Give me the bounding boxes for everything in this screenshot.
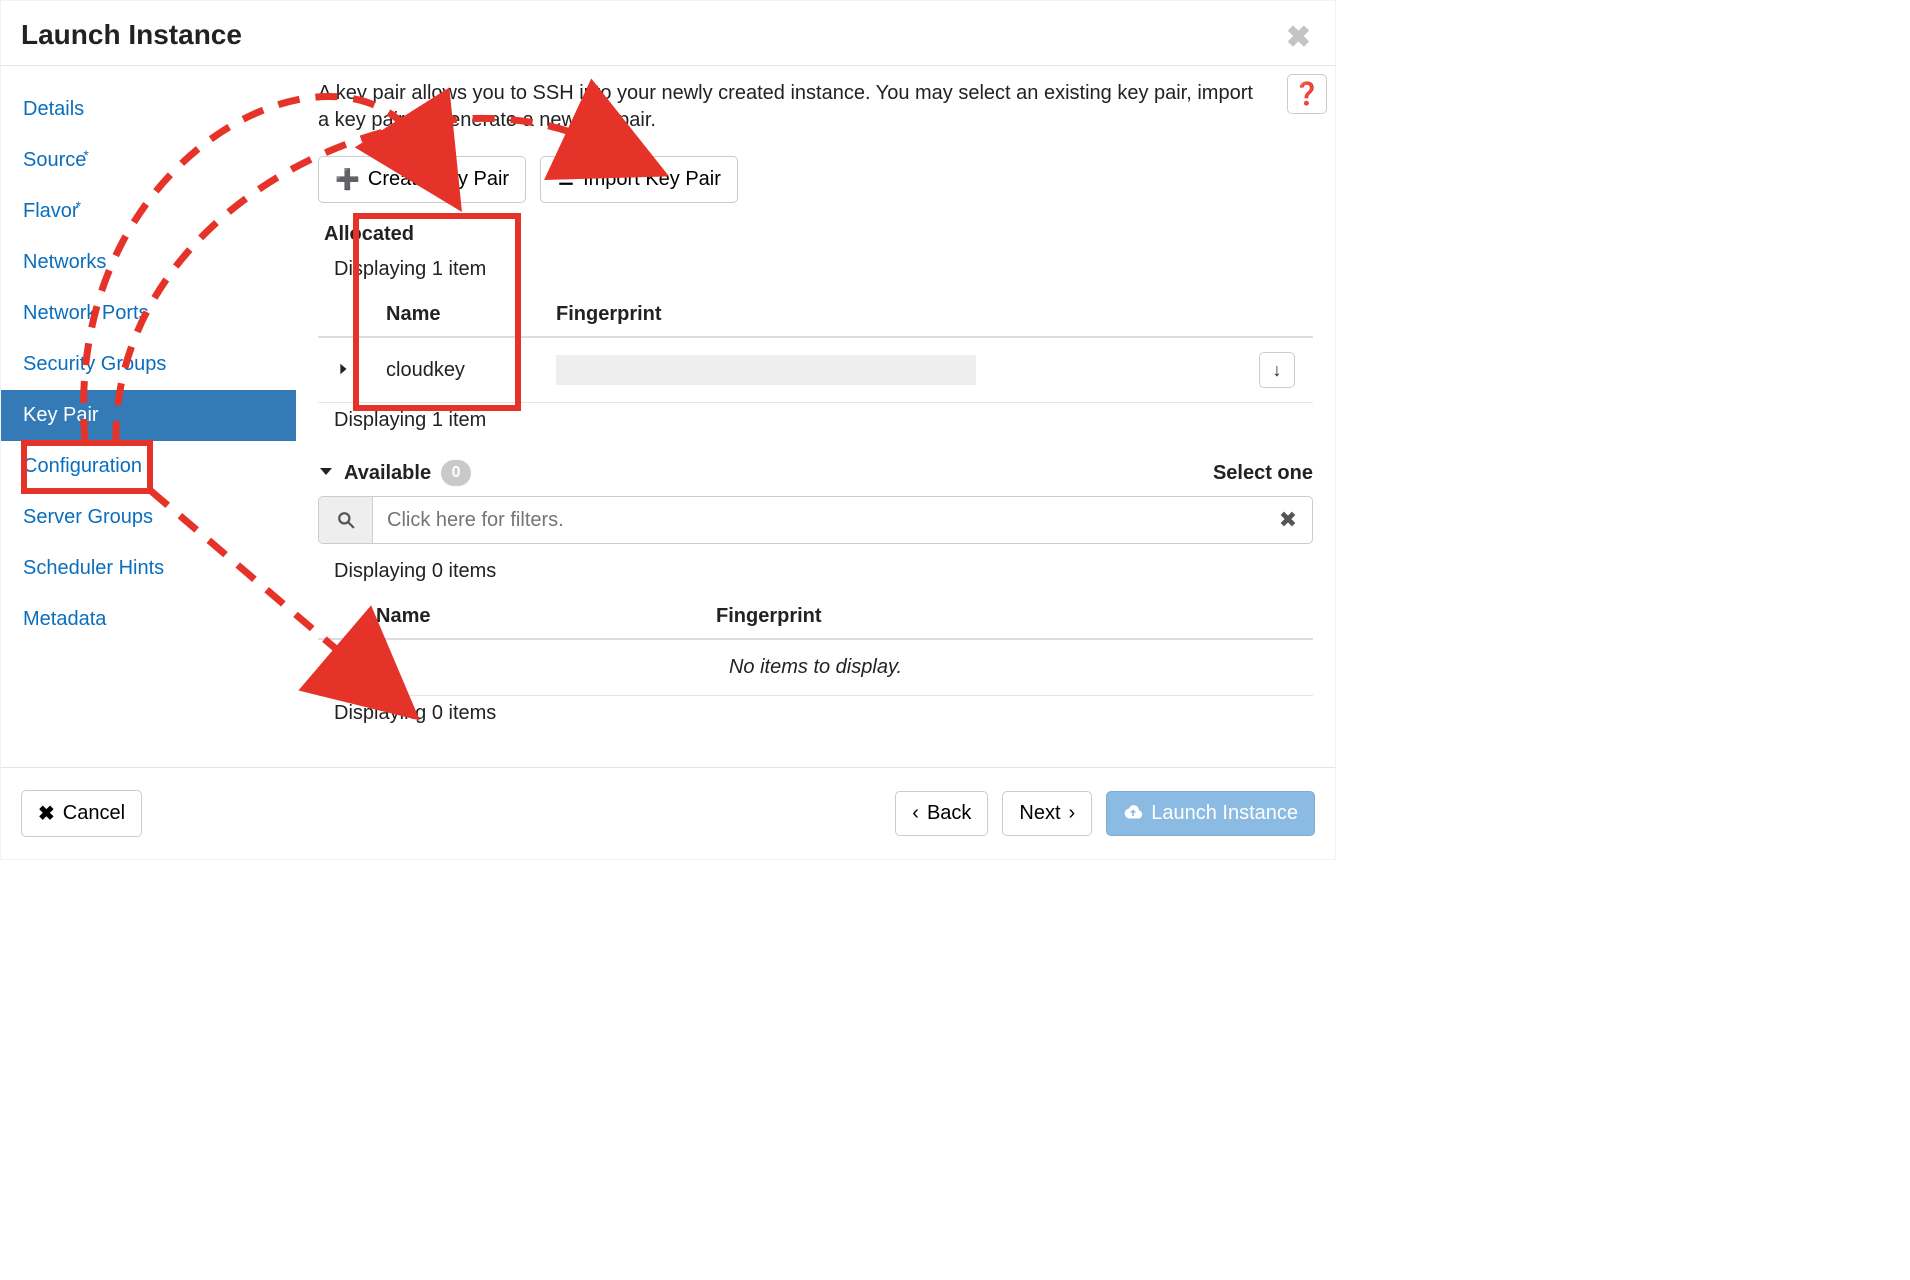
close-icon: ✖ xyxy=(38,801,55,826)
sidebar-item-label: Details xyxy=(23,98,84,120)
allocated-section: Allocated Displaying 1 item Name Fingerp… xyxy=(318,223,1313,432)
sidebar-item-label: Security Groups xyxy=(23,353,166,375)
available-count-top: Displaying 0 items xyxy=(334,560,1313,583)
available-label: Available xyxy=(344,462,431,485)
allocated-label: Allocated xyxy=(324,223,1313,246)
help-button[interactable]: ❓ xyxy=(1287,74,1327,114)
back-button[interactable]: ‹ Back xyxy=(895,791,988,836)
modal-footer: ✖ Cancel ‹ Back Next › Launch Instance xyxy=(1,767,1335,859)
sidebar-item-label: Source xyxy=(23,149,86,171)
move-down-button[interactable]: ↓ xyxy=(1259,352,1295,388)
available-empty: No items to display. xyxy=(318,640,1313,696)
available-count-bottom: Displaying 0 items xyxy=(334,702,1313,725)
button-label: Back xyxy=(927,802,971,825)
import-key-pair-button[interactable]: Import Key Pair xyxy=(540,156,738,203)
intro-text: A key pair allows you to SSH into your n… xyxy=(318,80,1263,134)
button-label: Create Key Pair xyxy=(368,168,509,191)
column-fingerprint: Fingerprint xyxy=(538,293,1241,337)
chevron-right-icon: › xyxy=(1069,802,1076,825)
sidebar-item-configuration[interactable]: Configuration xyxy=(1,441,296,492)
sidebar-item-scheduler-hints[interactable]: Scheduler Hints xyxy=(1,543,296,594)
chevron-down-icon[interactable] xyxy=(318,462,334,485)
button-label: Cancel xyxy=(63,802,125,825)
upload-icon xyxy=(557,168,575,192)
key-pair-actions: ➕ Create Key Pair Import Key Pair xyxy=(318,156,1313,203)
wizard-sidebar: Details Source* Flavor* Networks Network… xyxy=(1,66,296,767)
create-key-pair-button[interactable]: ➕ Create Key Pair xyxy=(318,156,526,203)
sidebar-item-details[interactable]: Details xyxy=(1,84,296,135)
sidebar-item-label: Configuration xyxy=(23,455,142,477)
sidebar-item-label: Networks xyxy=(23,251,106,273)
required-indicator-icon: * xyxy=(76,198,81,214)
main-panel: ❓ A key pair allows you to SSH into your… xyxy=(296,66,1335,767)
available-table: Name Fingerprint xyxy=(318,595,1313,640)
required-indicator-icon: * xyxy=(83,147,88,163)
filter-input[interactable] xyxy=(373,497,1264,543)
search-icon xyxy=(319,497,373,543)
help-icon: ❓ xyxy=(1293,81,1320,107)
allocated-count-top: Displaying 1 item xyxy=(334,258,1313,281)
sidebar-item-label: Key Pair xyxy=(23,404,99,426)
sidebar-item-metadata[interactable]: Metadata xyxy=(1,594,296,645)
column-fingerprint: Fingerprint xyxy=(698,595,1253,639)
cancel-button[interactable]: ✖ Cancel xyxy=(21,790,142,837)
modal-title: Launch Instance xyxy=(21,19,1315,51)
sidebar-item-label: Scheduler Hints xyxy=(23,557,164,579)
available-section: Available 0 Select one ✖ Displaying 0 it… xyxy=(318,460,1313,725)
launch-instance-button[interactable]: Launch Instance xyxy=(1106,791,1315,836)
sidebar-item-network-ports[interactable]: Network Ports xyxy=(1,288,296,339)
sidebar-item-flavor[interactable]: Flavor* xyxy=(1,186,296,237)
close-icon[interactable]: ✖ xyxy=(1286,23,1311,53)
chevron-right-icon[interactable] xyxy=(336,359,350,382)
row-name: cloudkey xyxy=(368,337,538,403)
filter-bar: ✖ xyxy=(318,496,1313,544)
chevron-left-icon: ‹ xyxy=(912,802,919,825)
next-button[interactable]: Next › xyxy=(1002,791,1092,836)
modal-header: Launch Instance ✖ xyxy=(1,1,1335,66)
column-name: Name xyxy=(358,595,698,639)
button-label: Import Key Pair xyxy=(583,168,721,191)
arrow-down-icon: ↓ xyxy=(1273,360,1282,381)
modal-body: Details Source* Flavor* Networks Network… xyxy=(1,66,1335,767)
plus-icon: ➕ xyxy=(335,167,360,192)
available-count-badge: 0 xyxy=(441,460,471,486)
select-one-label: Select one xyxy=(1213,462,1313,485)
sidebar-item-source[interactable]: Source* xyxy=(1,135,296,186)
launch-instance-modal: Launch Instance ✖ Details Source* Flavor… xyxy=(0,0,1336,860)
sidebar-item-label: Server Groups xyxy=(23,506,153,528)
sidebar-item-networks[interactable]: Networks xyxy=(1,237,296,288)
sidebar-item-security-groups[interactable]: Security Groups xyxy=(1,339,296,390)
column-name: Name xyxy=(368,293,538,337)
sidebar-item-label: Metadata xyxy=(23,608,106,630)
allocated-row[interactable]: cloudkey ↓ xyxy=(318,337,1313,403)
sidebar-item-server-groups[interactable]: Server Groups xyxy=(1,492,296,543)
cloud-upload-icon xyxy=(1123,802,1143,825)
sidebar-item-label: Network Ports xyxy=(23,302,149,324)
allocated-count-bottom: Displaying 1 item xyxy=(334,409,1313,432)
clear-filter-button[interactable]: ✖ xyxy=(1264,497,1312,543)
close-icon: ✖ xyxy=(1279,507,1297,533)
button-label: Next xyxy=(1019,802,1060,825)
allocated-table: Name Fingerprint cloudkey ↓ xyxy=(318,293,1313,403)
button-label: Launch Instance xyxy=(1151,802,1298,825)
sidebar-item-label: Flavor xyxy=(23,200,79,222)
row-fingerprint xyxy=(556,355,976,385)
sidebar-item-key-pair[interactable]: Key Pair xyxy=(1,390,296,441)
